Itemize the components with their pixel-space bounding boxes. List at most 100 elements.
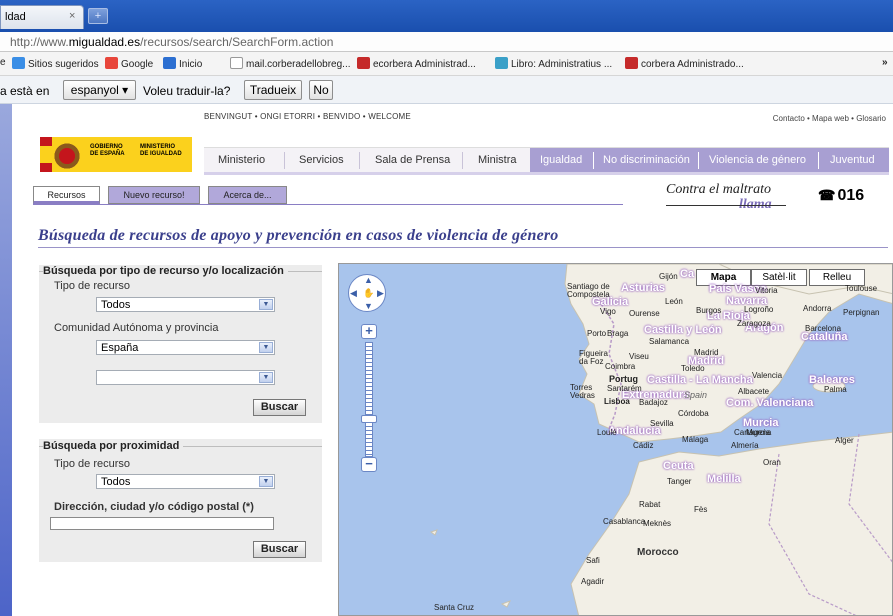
canary-land <box>429 529 512 608</box>
chevron-down-icon[interactable]: ▼ <box>259 372 273 383</box>
bookmark-inicio[interactable]: Inicio <box>163 57 202 70</box>
pan-right-icon[interactable]: ▶ <box>377 288 384 299</box>
city-label: Perpignan <box>843 308 880 317</box>
search-by-proximity-panel: Búsqueda por proximidad Tipo de recurso … <box>39 439 322 562</box>
city-label: Almería <box>731 441 759 450</box>
panel-title: Búsqueda por proximidad <box>43 440 184 452</box>
new-tab-button[interactable]: + <box>88 8 108 24</box>
nav-juventud[interactable]: Juventud <box>830 154 875 166</box>
nav-ministra[interactable]: Ministra <box>478 154 517 166</box>
comunidad-value: España <box>101 342 139 354</box>
tipo-recurso-value: Todos <box>101 476 131 488</box>
region-partial-ca[interactable]: Ca <box>680 268 694 280</box>
city-label: Madrid <box>694 348 719 357</box>
tab-acerca-de[interactable]: Acerca de... <box>208 186 287 204</box>
bookmark-icon <box>495 57 508 69</box>
city-label: Cartagena <box>734 428 772 437</box>
pan-up-icon[interactable]: ▲ <box>364 275 373 285</box>
nav-violencia-genero[interactable]: Violencia de género <box>709 154 806 166</box>
buscar-button[interactable]: Buscar <box>253 541 306 558</box>
chevron-down-icon[interactable]: ▼ <box>259 476 273 487</box>
region-ceuta[interactable]: Ceuta <box>663 460 694 472</box>
pan-control[interactable]: ▲ ◀ ▶ ▼ ✋ <box>348 274 386 312</box>
nav-no-discriminacion[interactable]: No discriminación <box>603 154 690 166</box>
map-view[interactable]: Mapa Satèl·lit Relleu ▲ ◀ ▶ ▼ ✋ + − Astu… <box>338 263 893 616</box>
bookmark-icon <box>625 57 638 69</box>
zoom-out-button[interactable]: − <box>361 457 377 472</box>
city-label: Valencia <box>752 371 783 380</box>
subtab-rule <box>33 204 623 205</box>
ministry-logo[interactable]: GOBIERNO DE ESPAÑA MINISTERIO DE IGUALDA… <box>40 137 192 172</box>
map-land-shapes <box>429 264 892 615</box>
city-label: Palma <box>824 385 847 394</box>
nav-ministerio[interactable]: Ministerio <box>218 154 265 166</box>
city-label: Spain <box>684 390 708 400</box>
city-label: Logroño <box>744 305 774 314</box>
close-icon[interactable]: × <box>69 10 75 22</box>
no-translate-button[interactable]: No <box>309 80 333 100</box>
logo-ministerio: MINISTERIO DE IGUALDAD <box>140 144 182 157</box>
bookmark-icon <box>12 57 25 69</box>
slogan-line1: Contra el maltrato <box>666 182 772 197</box>
city-label: Badajoz <box>639 398 668 407</box>
nav-sala-prensa[interactable]: Sala de Prensa <box>375 154 450 166</box>
nav-separator <box>593 152 594 169</box>
city-label: Barcelona <box>805 324 842 333</box>
bookmark-sitios[interactable]: Sitios sugeridos <box>12 57 99 70</box>
top-links[interactable]: Contacto • Mapa web • Glosario <box>773 114 886 123</box>
bookmark-icon <box>105 57 118 69</box>
url-text[interactable]: http://www.migualdad.es/recursos/search/… <box>10 35 333 49</box>
nav-separator <box>818 152 819 169</box>
city-label: Zaragoza <box>737 319 771 328</box>
nav-servicios[interactable]: Servicios <box>299 154 344 166</box>
region-castilla-la-mancha[interactable]: Castilla - La Mancha <box>647 374 753 386</box>
comunidad-select[interactable]: España ▼ <box>96 340 275 355</box>
city-label: Agadir <box>581 577 605 586</box>
chevron-down-icon[interactable]: ▼ <box>259 342 273 353</box>
language-nav[interactable]: BENVINGUT • ONGI ETORRI • BENVIDO • WELC… <box>204 112 411 121</box>
address-input[interactable] <box>50 517 274 530</box>
bookmark-icon <box>163 57 176 69</box>
title-rule <box>38 247 888 248</box>
provincia-select[interactable]: ▼ <box>96 370 275 385</box>
bookmark-google[interactable]: Google <box>105 57 153 70</box>
bookmark-corbera[interactable]: corbera Administrado... <box>625 57 744 70</box>
pan-left-icon[interactable]: ◀ <box>350 288 357 299</box>
city-label: Salamanca <box>649 337 690 346</box>
tipo-recurso-select[interactable]: Todos ▼ <box>96 297 275 312</box>
city-label: Vigo <box>600 307 616 316</box>
bookmark-libro[interactable]: Libro: Administratius ... <box>495 57 612 70</box>
browser-tab[interactable]: ldad × <box>0 5 84 29</box>
region-com-valenciana[interactable]: Com. Valenciana <box>726 397 813 409</box>
hand-icon[interactable]: ✋ <box>363 288 374 299</box>
phone-icon: ☎ <box>818 187 836 203</box>
zoom-slider-handle[interactable] <box>361 415 377 423</box>
city-label: Torres Vedras <box>570 383 595 400</box>
language-dropdown[interactable]: espanyol ▾ <box>63 80 136 100</box>
bookmark-mail[interactable]: mail.corberadellobreg... <box>230 57 351 70</box>
chevron-down-icon[interactable]: ▼ <box>259 299 273 310</box>
region-melilla[interactable]: Melilla <box>707 473 741 485</box>
bookmarks-overflow-icon[interactable]: » <box>882 57 888 68</box>
buscar-button[interactable]: Buscar <box>253 399 306 416</box>
bookmark-ecorbera[interactable]: ecorbera Administrad... <box>357 57 476 70</box>
city-label: Santiago de Compostela <box>567 282 610 299</box>
tab-nuevo-recurso[interactable]: Nuevo recurso! <box>108 186 200 204</box>
zoom-slider[interactable] <box>365 342 373 457</box>
city-label: Gijón <box>659 272 678 281</box>
tipo-recurso-select[interactable]: Todos ▼ <box>96 474 275 489</box>
zoom-in-button[interactable]: + <box>361 324 377 339</box>
region-castilla-leon[interactable]: Castilla y León <box>644 324 722 336</box>
translate-button[interactable]: Tradueix <box>244 80 302 100</box>
tab-title: ldad <box>5 11 26 23</box>
translate-bar: a està en espanyol ▾ Voleu traduir-la? T… <box>0 76 893 104</box>
pan-down-icon[interactable]: ▼ <box>364 301 373 311</box>
page-title: Búsqueda de recursos de apoyo y prevenci… <box>38 227 559 244</box>
spain-flag-icon <box>40 137 52 172</box>
tab-recursos[interactable]: Recursos <box>33 186 100 204</box>
nav-igualdad[interactable]: Igualdad <box>540 154 582 166</box>
address-bar[interactable]: http://www.migualdad.es/recursos/search/… <box>0 32 893 52</box>
region-asturias[interactable]: Asturias <box>621 282 665 294</box>
city-label: Meknès <box>643 519 672 528</box>
tipo-recurso-value: Todos <box>101 299 131 311</box>
